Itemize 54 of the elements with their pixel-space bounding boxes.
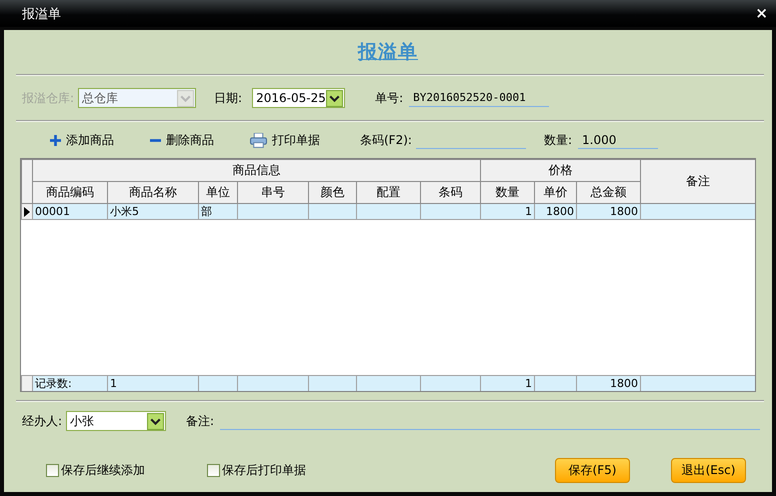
field-label: 条码(F2): bbox=[360, 132, 412, 148]
column-header[interactable]: 总金额 bbox=[576, 182, 641, 204]
action-button[interactable]: 退出(Esc) bbox=[671, 458, 746, 483]
checkbox[interactable] bbox=[207, 464, 220, 477]
table-cell: 小米5 bbox=[108, 204, 198, 220]
table-cell bbox=[238, 204, 308, 220]
summary-cell: 1 bbox=[480, 376, 534, 391]
plus-icon bbox=[50, 134, 61, 146]
field-label: 数量: bbox=[544, 132, 572, 148]
summary-cell: 1800 bbox=[576, 376, 641, 391]
field-label: 单号: bbox=[375, 90, 404, 106]
window-title: 报溢单 bbox=[22, 6, 61, 22]
column-group-header: 价格 bbox=[480, 160, 641, 182]
column-header[interactable]: 单价 bbox=[534, 182, 576, 204]
column-header[interactable]: 颜色 bbox=[308, 182, 356, 204]
column-header[interactable]: 数量 bbox=[480, 182, 534, 204]
toolbar-button[interactable]: 打印单据 bbox=[250, 132, 320, 148]
column-header[interactable]: 串号 bbox=[238, 182, 308, 204]
printer-icon bbox=[250, 132, 267, 148]
field-label: 报溢仓库: bbox=[22, 90, 74, 106]
table-cell: 1 bbox=[480, 204, 534, 220]
close-button[interactable]: × bbox=[755, 6, 768, 21]
table-cell bbox=[420, 204, 480, 220]
table-cell: 部 bbox=[198, 204, 238, 220]
field-label: 日期: bbox=[214, 90, 242, 106]
toolbar-button[interactable]: 添加商品 bbox=[50, 132, 114, 148]
checkbox-option[interactable]: 保存后继续添加 bbox=[46, 462, 145, 479]
column-header[interactable]: 配置 bbox=[356, 182, 420, 204]
column-header[interactable]: 单位 bbox=[198, 182, 238, 204]
table-cell: 1800 bbox=[534, 204, 576, 220]
checkbox-label: 保存后继续添加 bbox=[61, 462, 145, 479]
table-cell bbox=[308, 204, 356, 220]
field-label: 经办人: bbox=[22, 412, 62, 430]
table-cell: 1800 bbox=[576, 204, 641, 220]
table-cell bbox=[356, 204, 420, 220]
checkbox[interactable] bbox=[46, 464, 59, 477]
column-header[interactable]: 商品名称 bbox=[108, 182, 198, 204]
date-picker[interactable]: 2016-05-25 bbox=[252, 88, 346, 108]
field-label: 备注: bbox=[186, 412, 214, 430]
column-header[interactable]: 备注 bbox=[640, 160, 755, 204]
handler-dropdown[interactable]: 小张 bbox=[66, 411, 166, 431]
order-number-field[interactable]: BY2016052520-0001 bbox=[409, 89, 550, 107]
summary-cell: 记录数: bbox=[32, 376, 108, 391]
toolbar-button[interactable]: 删除商品 bbox=[150, 132, 214, 148]
form-heading: 报溢单 bbox=[358, 40, 418, 65]
column-header[interactable]: 商品编码 bbox=[32, 182, 108, 204]
checkbox-label: 保存后打印单据 bbox=[222, 462, 306, 479]
quantity-field[interactable]: 1.000 bbox=[578, 131, 658, 149]
column-group-header: 商品信息 bbox=[32, 160, 480, 182]
column-header[interactable]: 条码 bbox=[420, 182, 480, 204]
action-button[interactable]: 保存(F5) bbox=[555, 458, 630, 483]
checkbox-option[interactable]: 保存后打印单据 bbox=[207, 462, 306, 479]
table-cell: 00001 bbox=[32, 204, 108, 220]
summary-cell: 1 bbox=[108, 376, 198, 391]
